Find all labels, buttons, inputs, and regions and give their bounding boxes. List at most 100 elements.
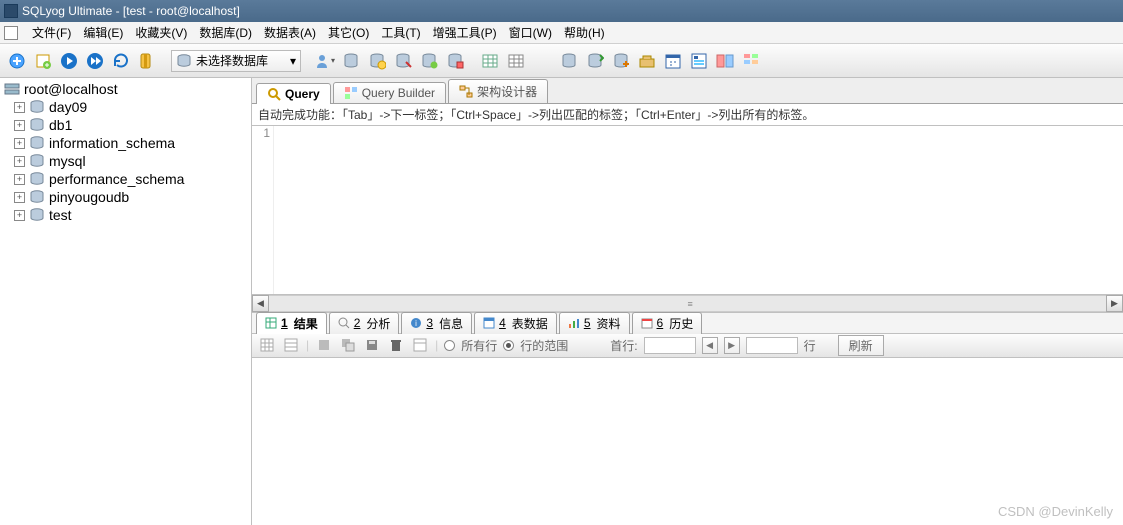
form-view-button2[interactable] <box>282 336 300 354</box>
tab-result[interactable]: 1结果 <box>256 312 327 334</box>
tab-tabledata[interactable]: 4表数据 <box>474 312 557 334</box>
tree-database-node[interactable]: +pinyougoudb <box>0 188 251 206</box>
scroll-right-icon[interactable]: ▶ <box>1106 295 1123 312</box>
expand-icon[interactable]: + <box>14 156 25 167</box>
database-name: performance_schema <box>49 171 184 187</box>
app-icon <box>4 4 18 18</box>
database-icon <box>29 118 45 132</box>
tree-database-node[interactable]: +db1 <box>0 116 251 134</box>
main-panel: Query Query Builder 架构设计器 自动完成功能：「Tab」->… <box>252 78 1123 525</box>
menu-other[interactable]: 其它(O) <box>322 22 375 43</box>
db-tool-1[interactable] <box>340 50 362 72</box>
editor-gutter: 1 <box>252 126 274 294</box>
table-tool-2[interactable] <box>505 50 527 72</box>
db-tool-5[interactable] <box>444 50 466 72</box>
db-tool-4[interactable] <box>418 50 440 72</box>
connection-label: root@localhost <box>24 81 118 97</box>
all-rows-label: 所有行 <box>461 337 497 354</box>
menu-help[interactable]: 帮助(H) <box>558 22 611 43</box>
tab-query[interactable]: Query <box>256 83 331 104</box>
grid-view-button[interactable] <box>258 336 276 354</box>
editor-body[interactable] <box>274 126 1123 294</box>
tab-analyze[interactable]: 2分析 <box>329 312 400 334</box>
mdi-restore-icon[interactable] <box>4 26 18 40</box>
tree-database-node[interactable]: + day09 <box>0 98 251 116</box>
refresh-result-button[interactable]: 刷新 <box>838 335 884 356</box>
visual-button[interactable] <box>740 50 762 72</box>
scroll-left-icon[interactable]: ◀ <box>252 295 269 312</box>
db-tool-2[interactable] <box>366 50 388 72</box>
watermark: CSDN @DevinKelly <box>998 504 1113 519</box>
nav-first-button[interactable]: ◀ <box>702 337 718 354</box>
sql-editor[interactable]: 1 <box>252 126 1123 295</box>
menu-table[interactable]: 数据表(A) <box>258 22 322 43</box>
tree-database-node[interactable]: + mysql <box>0 152 251 170</box>
row-count-input[interactable] <box>746 337 798 354</box>
toolbar-separator <box>164 50 165 72</box>
user-manager-button[interactable]: ▾ <box>314 50 336 72</box>
database-selector[interactable]: 未选择数据库 ▾ <box>171 50 301 72</box>
menu-edit[interactable]: 编辑(E) <box>77 22 129 43</box>
menu-tools[interactable]: 工具(T) <box>375 22 426 43</box>
new-query-button[interactable] <box>32 50 54 72</box>
radio-row-range[interactable] <box>503 340 514 351</box>
server-icon <box>4 82 20 96</box>
result-grid[interactable] <box>252 358 1123 525</box>
sync-tool-1[interactable] <box>558 50 580 72</box>
tab-profile[interactable]: 5资料 <box>559 312 630 334</box>
sync-tool-3[interactable] <box>610 50 632 72</box>
tab-schema-designer[interactable]: 架构设计器 <box>448 79 548 103</box>
toolbar-separator <box>307 50 308 72</box>
sync-tool-2[interactable] <box>584 50 606 72</box>
chevron-down-icon: ▾ <box>290 54 296 68</box>
schedule-button[interactable] <box>662 50 684 72</box>
db-tool-3[interactable] <box>392 50 414 72</box>
expand-icon[interactable]: + <box>14 138 25 149</box>
expand-icon[interactable]: + <box>14 120 25 131</box>
menu-db[interactable]: 数据库(D) <box>193 22 258 43</box>
filter-button[interactable] <box>411 336 429 354</box>
query-icon <box>267 87 281 101</box>
expand-icon[interactable]: + <box>14 210 25 221</box>
scroll-track[interactable]: ≡ <box>269 295 1106 312</box>
main-toolbar: 未选择数据库 ▾ ▾ <box>0 44 1123 78</box>
menu-file[interactable]: 文件(F) <box>26 22 77 43</box>
refresh-button[interactable] <box>110 50 132 72</box>
stop-button[interactable] <box>136 50 158 72</box>
tab-history[interactable]: 6历史 <box>632 312 703 334</box>
new-connection-button[interactable] <box>6 50 28 72</box>
expand-icon[interactable]: + <box>14 174 25 185</box>
menu-bar: 文件(F) 编辑(E) 收藏夹(V) 数据库(D) 数据表(A) 其它(O) 工… <box>0 22 1123 44</box>
menu-window[interactable]: 窗口(W) <box>503 22 558 43</box>
editor-h-scrollbar[interactable]: ◀ ≡ ▶ <box>252 295 1123 312</box>
nav-last-button[interactable]: ▶ <box>724 337 740 354</box>
save-button[interactable] <box>363 336 381 354</box>
database-icon <box>29 172 45 186</box>
import-button[interactable] <box>636 50 658 72</box>
export-button[interactable] <box>315 336 333 354</box>
database-name: mysql <box>49 153 86 169</box>
tree-database-node[interactable]: +information_schema <box>0 134 251 152</box>
delete-button[interactable] <box>387 336 405 354</box>
menu-power[interactable]: 增强工具(P) <box>427 22 503 43</box>
copy-button[interactable] <box>339 336 357 354</box>
form-view-button[interactable] <box>688 50 710 72</box>
compare-button[interactable] <box>714 50 736 72</box>
radio-all-rows[interactable] <box>444 340 455 351</box>
tab-info[interactable]: i 3信息 <box>401 312 472 334</box>
toolbar-separator <box>472 50 473 72</box>
first-row-input[interactable] <box>644 337 696 354</box>
window-title: SQLyog Ultimate - [test - root@localhost… <box>22 4 240 18</box>
execute-button[interactable] <box>58 50 80 72</box>
execute-all-button[interactable] <box>84 50 106 72</box>
tree-database-node[interactable]: + performance_schema <box>0 170 251 188</box>
connection-node[interactable]: root@localhost <box>0 80 251 98</box>
expand-icon[interactable]: + <box>14 102 25 113</box>
table-tool-1[interactable] <box>479 50 501 72</box>
expand-icon[interactable]: + <box>14 192 25 203</box>
tree-database-node[interactable]: +test <box>0 206 251 224</box>
menu-fav[interactable]: 收藏夹(V) <box>129 22 193 43</box>
object-browser[interactable]: root@localhost + day09+db1+information_sc… <box>0 78 252 525</box>
database-name: day09 <box>49 99 87 115</box>
tab-query-builder[interactable]: Query Builder <box>333 82 446 103</box>
